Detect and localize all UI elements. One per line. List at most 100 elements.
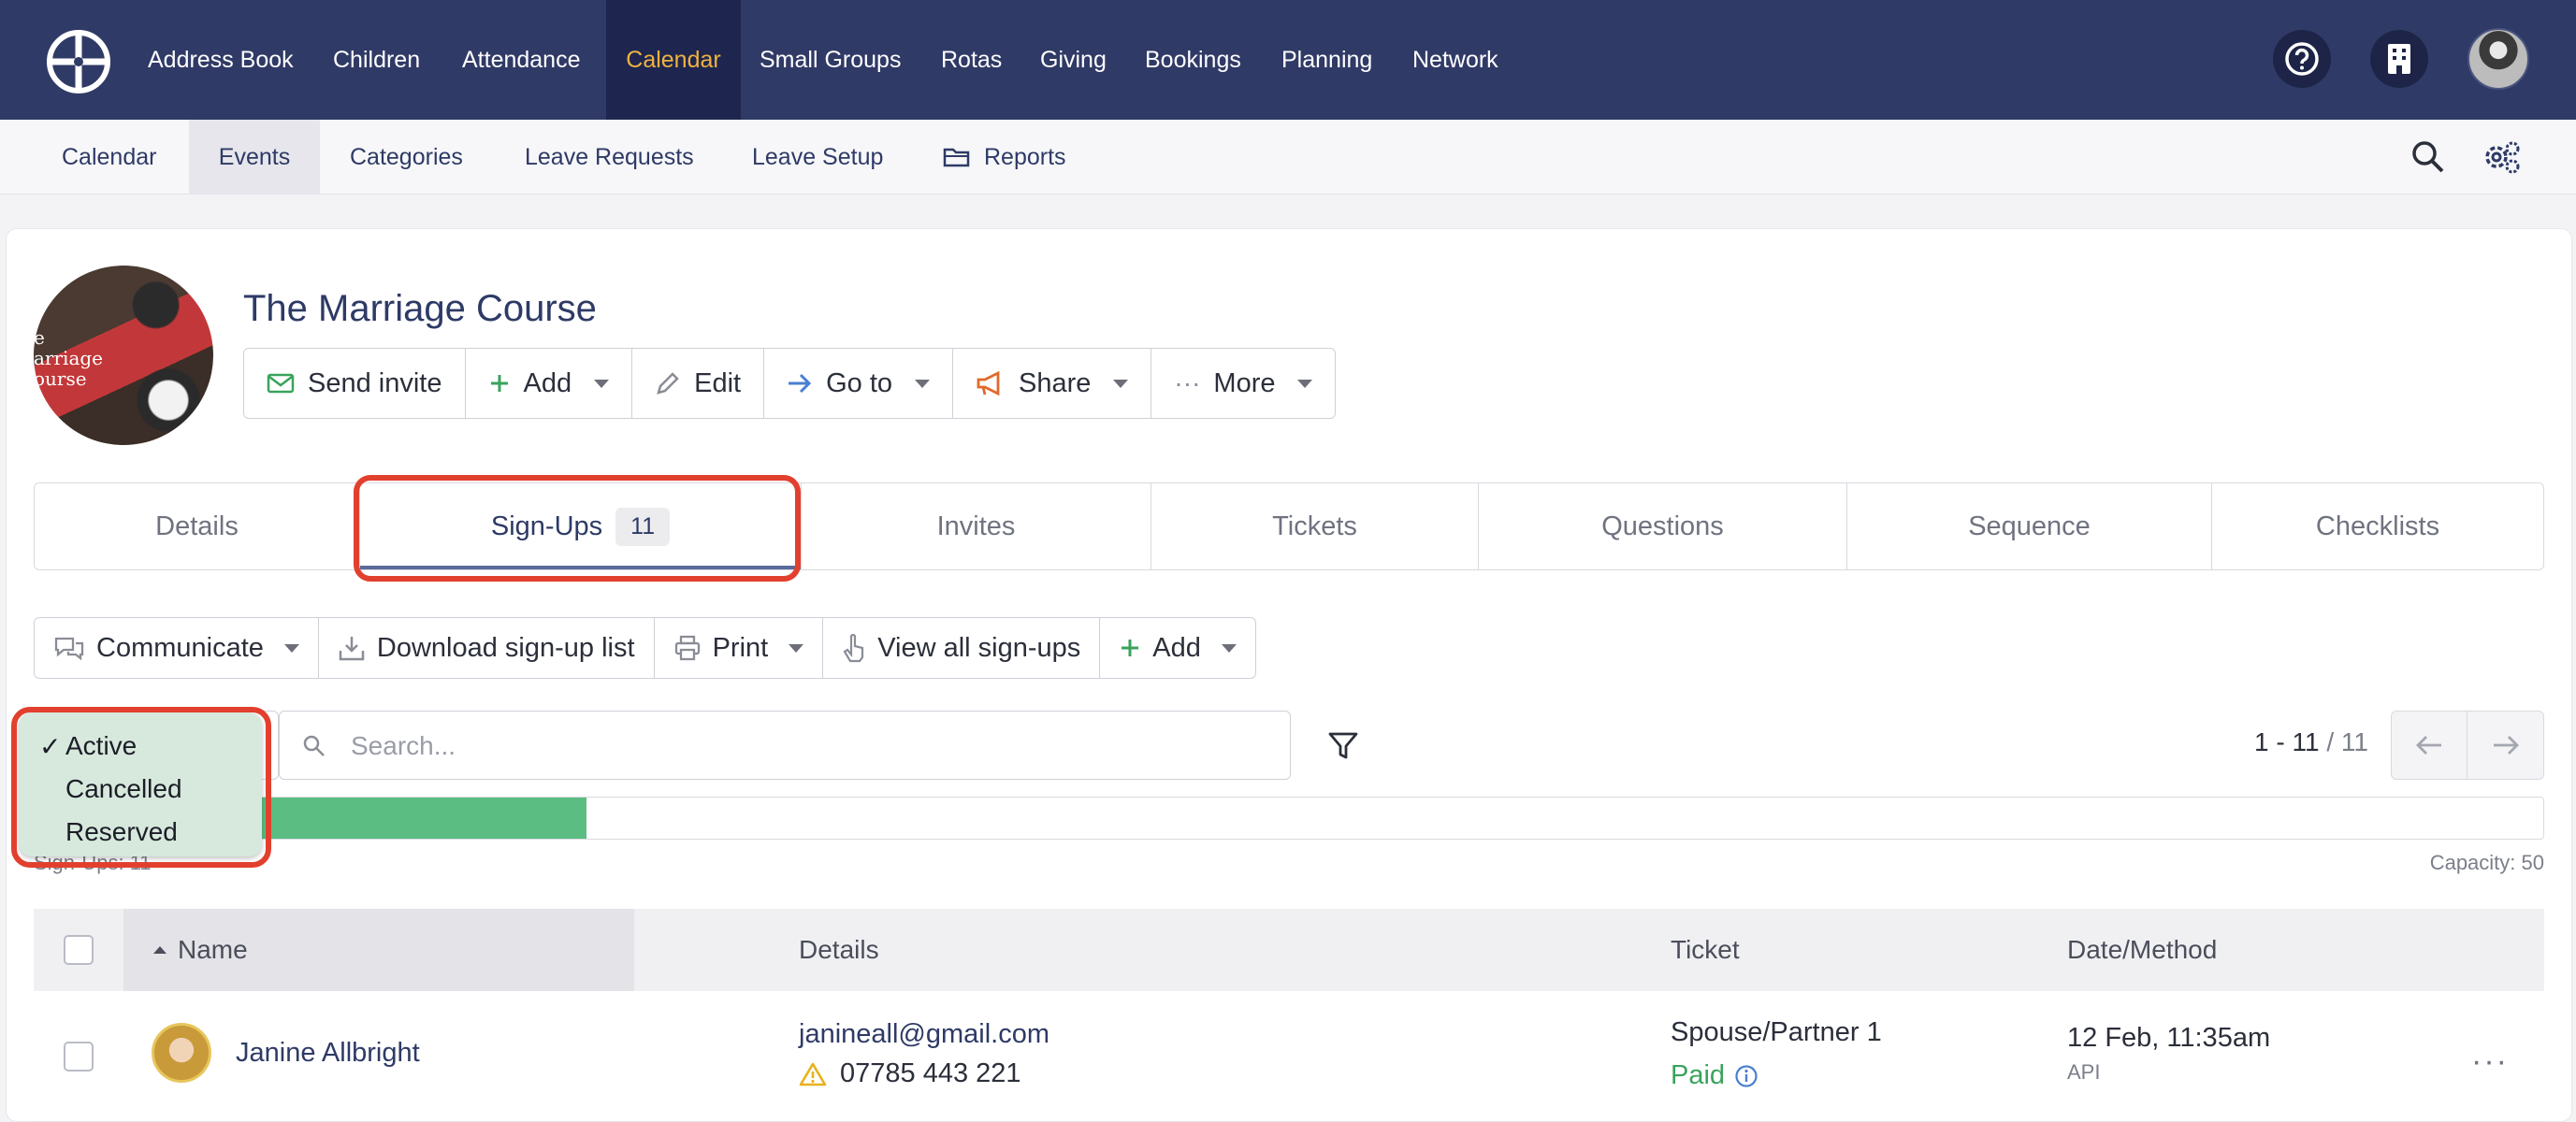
add-label: Add [523,367,572,398]
column-header-ticket: Ticket [1671,935,1740,964]
more-dropdown-button[interactable]: ··· More [1151,349,1335,418]
sign-up-method: API [2067,1060,2101,1084]
pagination-controls [2391,711,2544,780]
megaphone-icon [977,370,1000,396]
payment-status: Paid [1671,1060,1758,1091]
chevron-down-icon [594,379,610,388]
chevron-down-icon [283,643,299,653]
column-header-details: Details [799,935,879,964]
print-label: Print [712,632,769,663]
pagination-range: 1 - 11 / 11 [2254,727,2368,757]
send-invite-label: Send invite [308,367,442,398]
sign-up-date: 12 Feb, 11:35am [2067,1023,2271,1053]
tab-checklists[interactable]: Checklists [2212,483,2543,569]
payment-status-label: Paid [1671,1060,1726,1090]
search-input[interactable]: Search... [279,711,1291,780]
communicate-label: Communicate [96,632,264,663]
chevron-down-icon [1297,379,1313,388]
subnav-reports[interactable]: Reports [943,120,1066,194]
pagination-total: / 11 [2326,727,2368,756]
column-header-date-method: Date/Method [2067,935,2218,964]
subnav-events[interactable]: Events [189,120,320,194]
avatar [152,1023,211,1083]
search-icon[interactable] [2410,138,2447,176]
tab-tickets[interactable]: Tickets [1151,483,1479,569]
download-sign-up-list-button[interactable]: Download sign-up list [319,618,655,678]
ellipsis-icon: ··· [1174,368,1201,397]
capacity-progress-bar [34,797,2544,840]
add-sign-up-label: Add [1152,632,1201,663]
help-button[interactable] [2273,30,2331,88]
add-dropdown-button[interactable]: Add [466,349,633,418]
nav-giving[interactable]: Giving [1040,0,1107,120]
ticket-name: Spouse/Partner 1 [1671,1017,1882,1047]
phone-entry: 07785 443 221 [799,1058,1021,1089]
status-dropdown-highlight [11,707,271,868]
subnav-reports-label: Reports [984,144,1066,170]
communicate-dropdown-button[interactable]: Communicate [35,618,319,678]
plus-icon [490,375,508,392]
tab-sequence[interactable]: Sequence [1847,483,2212,569]
chevron-down-icon [915,379,931,388]
download-label: Download sign-up list [376,632,635,663]
nav-small-groups[interactable]: Small Groups [760,0,901,120]
download-icon [339,637,365,661]
email-link[interactable]: janineall@gmail.com [799,1019,1049,1050]
chevron-down-icon [1113,379,1129,388]
print-dropdown-button[interactable]: Print [655,618,824,678]
nav-network[interactable]: Network [1412,0,1498,120]
printer-icon [674,635,700,661]
chat-bubbles-icon [54,637,84,661]
tab-invites[interactable]: Invites [802,483,1151,569]
row-menu-icon[interactable]: ··· [2471,1043,2509,1080]
sub-navigation: Calendar Events Categories Leave Request… [0,120,2576,194]
nav-planning[interactable]: Planning [1281,0,1372,120]
nav-calendar[interactable]: Calendar [606,0,741,120]
row-checkbox[interactable] [64,1042,94,1072]
send-invite-button[interactable]: Send invite [244,349,466,418]
church-logo-icon[interactable] [47,30,110,94]
pagination-range-value: 1 - 11 [2254,727,2320,756]
add-sign-up-dropdown-button[interactable]: Add [1100,618,1255,678]
go-to-label: Go to [826,367,893,398]
table-row: Janine Allbright janineall@gmail.com 077… [34,991,2544,1122]
search-placeholder: Search... [351,731,456,760]
person-name-link[interactable]: Janine Allbright [236,1038,420,1069]
go-to-dropdown-button[interactable]: Go to [764,349,954,418]
filter-icon[interactable] [1326,729,1360,763]
subnav-categories[interactable]: Categories [350,120,463,194]
nav-attendance[interactable]: Attendance [462,0,581,120]
nav-address-book[interactable]: Address Book [148,0,294,120]
more-label: More [1213,367,1276,398]
share-dropdown-button[interactable]: Share [953,349,1152,418]
tab-details[interactable]: Details [35,483,360,569]
capacity-label: Capacity: 50 [2429,851,2544,874]
name-column-sort[interactable]: Name [153,909,248,991]
select-all-checkbox[interactable] [64,935,94,965]
subnav-leave-requests[interactable]: Leave Requests [525,120,694,194]
view-all-label: View all sign-ups [877,632,1081,663]
edit-button[interactable]: Edit [632,349,765,418]
previous-page-button[interactable] [2392,712,2467,779]
nav-children[interactable]: Children [333,0,420,120]
nav-bookings[interactable]: Bookings [1145,0,1241,120]
event-image-text: e arriage ourse [34,326,104,390]
subnav-calendar[interactable]: Calendar [62,120,156,194]
arrow-right-icon [789,373,812,394]
user-avatar[interactable] [2467,28,2529,90]
view-all-sign-ups-button[interactable]: View all sign-ups [823,618,1101,678]
subnav-leave-setup[interactable]: Leave Setup [752,120,883,194]
nav-rotas[interactable]: Rotas [941,0,1002,120]
folder-icon [943,148,970,167]
info-icon[interactable] [1734,1064,1758,1088]
settings-icon[interactable] [2481,137,2522,178]
next-page-button[interactable] [2467,712,2543,779]
organisation-button[interactable] [2370,30,2428,88]
sign-ups-action-bar: Communicate Download sign-up list Print … [34,617,1256,679]
sign-ups-tab-highlight [354,475,801,582]
column-header-name: Name [178,935,248,964]
table-header: Name Details Ticket Date/Method [34,909,2544,991]
edit-label: Edit [694,367,742,398]
tab-questions[interactable]: Questions [1479,483,1847,569]
arrow-right-icon [2493,736,2519,755]
